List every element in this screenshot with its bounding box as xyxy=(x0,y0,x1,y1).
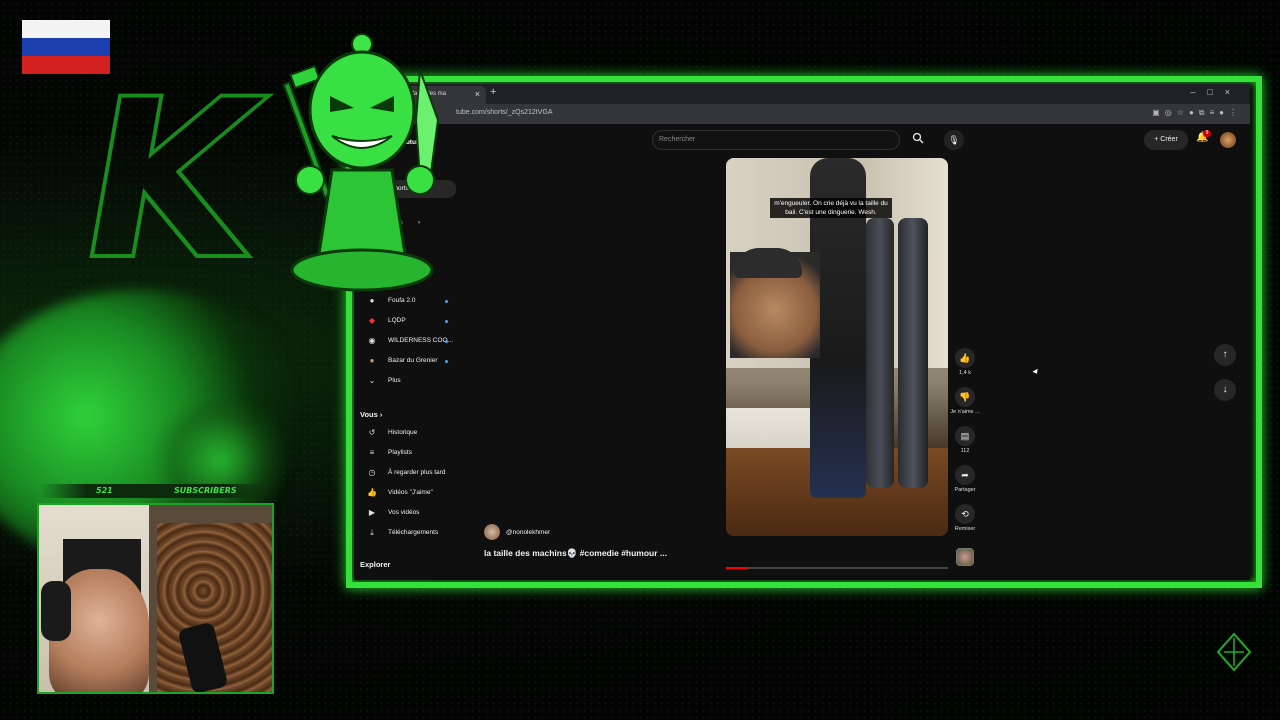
video-icon: ▶ xyxy=(368,508,376,517)
like-count: 1,4 k xyxy=(959,370,971,376)
clock-icon: ◷ xyxy=(368,468,376,477)
dislike-label: Je n'aime ... xyxy=(950,409,980,415)
sidebar-item-label: Vos vidéos xyxy=(388,509,420,516)
video-boot xyxy=(866,218,894,488)
video-progress-fill xyxy=(726,567,749,569)
sidebar-item-label: LQDP xyxy=(388,317,406,324)
headphones-icon xyxy=(41,581,71,641)
short-title[interactable]: la taille des machins💀 #comedie #humour … xyxy=(484,548,667,559)
sidebar-section-explore[interactable]: Explorer xyxy=(360,560,390,569)
channel-avatar-icon: ● xyxy=(369,356,375,365)
new-content-dot xyxy=(445,360,448,363)
video-boot xyxy=(898,218,928,488)
sidebar-item-more[interactable]: ⌄ Plus xyxy=(360,372,464,390)
sidebar-item-wilderness[interactable]: ◉ WILDERNESS COO... xyxy=(360,332,464,350)
share-icon: ➦ xyxy=(955,465,975,485)
account-avatar[interactable] xyxy=(1220,132,1236,148)
sidebar-item-label: WILDERNESS COO... xyxy=(388,337,454,344)
remix-label: Remixer xyxy=(954,526,976,532)
arrow-up-icon: ↑ xyxy=(1222,349,1228,360)
comments-button[interactable]: ▤ 112 xyxy=(950,426,980,454)
channel-avatar-icon: ◉ xyxy=(368,336,376,345)
comment-count: 112 xyxy=(960,448,970,454)
sidebar-item-label: Plus xyxy=(388,377,401,384)
comment-icon: ▤ xyxy=(955,426,975,446)
arrow-down-icon: ↓ xyxy=(1222,384,1228,395)
share-label: Partager xyxy=(954,487,976,493)
channel-name[interactable]: @nonolekhmer xyxy=(506,529,550,536)
remix-icon: ⟲ xyxy=(955,504,975,524)
history-icon: ↺ xyxy=(368,428,376,437)
subscriber-count: 521 xyxy=(96,486,113,495)
new-content-dot xyxy=(445,300,448,303)
sidebar-item-history[interactable]: ↺ Historique xyxy=(360,424,464,442)
extension-icons[interactable]: ▣◎☆●⧉≡●⋮ xyxy=(1152,108,1242,118)
remix-button[interactable]: ⟲ Remixer xyxy=(950,504,980,532)
create-button[interactable]: + Créer xyxy=(1144,130,1188,150)
video-cap xyxy=(734,248,802,278)
download-icon: ⤓ xyxy=(370,528,374,537)
channel-avatar-icon: ◆ xyxy=(368,316,376,325)
thumbs-up-icon: 👍 xyxy=(367,488,377,497)
russia-flag-icon xyxy=(22,20,110,74)
microphone-icon[interactable]: 🎙 xyxy=(944,130,964,150)
sound-thumbnail[interactable] xyxy=(956,548,974,566)
chevron-down-icon: ⌄ xyxy=(368,376,376,385)
section-heading: Explorer xyxy=(360,560,391,569)
video-caption: m'engueuler. On crie déjà vu la taille d… xyxy=(770,198,892,218)
webcam-feed xyxy=(37,503,274,694)
sidebar-item-downloads[interactable]: ⤓ Téléchargements xyxy=(360,524,464,542)
share-button[interactable]: ➦ Partager xyxy=(950,465,980,493)
section-heading: Vous xyxy=(360,410,378,419)
sidebar-item-label: À regarder plus tard xyxy=(388,469,446,476)
video-progress-bar[interactable] xyxy=(726,567,948,569)
dislike-button[interactable]: 👎 Je n'aime ... xyxy=(950,387,980,415)
sidebar-item-label: Téléchargements xyxy=(388,529,439,536)
create-label: Créer xyxy=(1160,136,1178,143)
previous-short-button[interactable]: ↑ xyxy=(1214,344,1236,366)
short-video-player[interactable]: m'engueuler. On crie déjà vu la taille d… xyxy=(726,158,948,536)
notification-badge: 9 xyxy=(1203,130,1211,137)
sidebar-item-label: Vidéos "J'aime" xyxy=(388,489,433,496)
mascot-chess-pawn-icon xyxy=(282,33,440,292)
sidebar-item-label: Historique xyxy=(388,429,418,436)
subscriber-label: SUBSCRIBERS xyxy=(174,486,237,495)
sidebar-item-bazar[interactable]: ● Bazar du Grenier xyxy=(360,352,464,370)
new-content-dot xyxy=(445,340,448,343)
search-icon[interactable] xyxy=(910,132,926,148)
sidebar-item-label: Playlists xyxy=(388,449,412,456)
stream-overlay: K la taille des ma × + –□× tube.com/shor… xyxy=(0,0,1280,720)
next-short-button[interactable]: ↓ xyxy=(1214,379,1236,401)
corner-logo-icon xyxy=(1216,632,1252,672)
playlist-icon: ≡ xyxy=(369,448,375,457)
channel-avatar[interactable] xyxy=(484,524,500,540)
sidebar-item-label: Bazar du Grenier xyxy=(388,357,438,364)
sidebar-item-watch-later[interactable]: ◷ À regarder plus tard xyxy=(360,464,464,482)
chevron-right-icon: › xyxy=(379,410,383,419)
sidebar-item-lqdp[interactable]: ◆ LQDP xyxy=(360,312,464,330)
sidebar-section-you[interactable]: Vous › xyxy=(360,410,382,419)
like-button[interactable]: 👍 1,4 k xyxy=(950,348,980,376)
green-smoke-effect-secondary xyxy=(150,400,290,520)
thumbs-down-icon: 👎 xyxy=(955,387,975,407)
search-input[interactable]: Rechercher xyxy=(652,130,900,150)
sidebar-item-liked-videos[interactable]: 👍 Vidéos "J'aime" xyxy=(360,484,464,502)
thumbs-up-icon: 👍 xyxy=(955,348,975,368)
search-placeholder: Rechercher xyxy=(659,136,696,143)
sidebar-item-playlists[interactable]: ≡ Playlists xyxy=(360,444,464,462)
subscriber-bar xyxy=(40,484,272,498)
browser-window: la taille des ma × + –□× tube.com/shorts… xyxy=(354,84,1250,580)
window-controls[interactable]: –□× xyxy=(1190,87,1242,97)
new-content-dot xyxy=(445,320,448,323)
sidebar-item-your-videos[interactable]: ▶ Vos vidéos xyxy=(360,504,464,522)
